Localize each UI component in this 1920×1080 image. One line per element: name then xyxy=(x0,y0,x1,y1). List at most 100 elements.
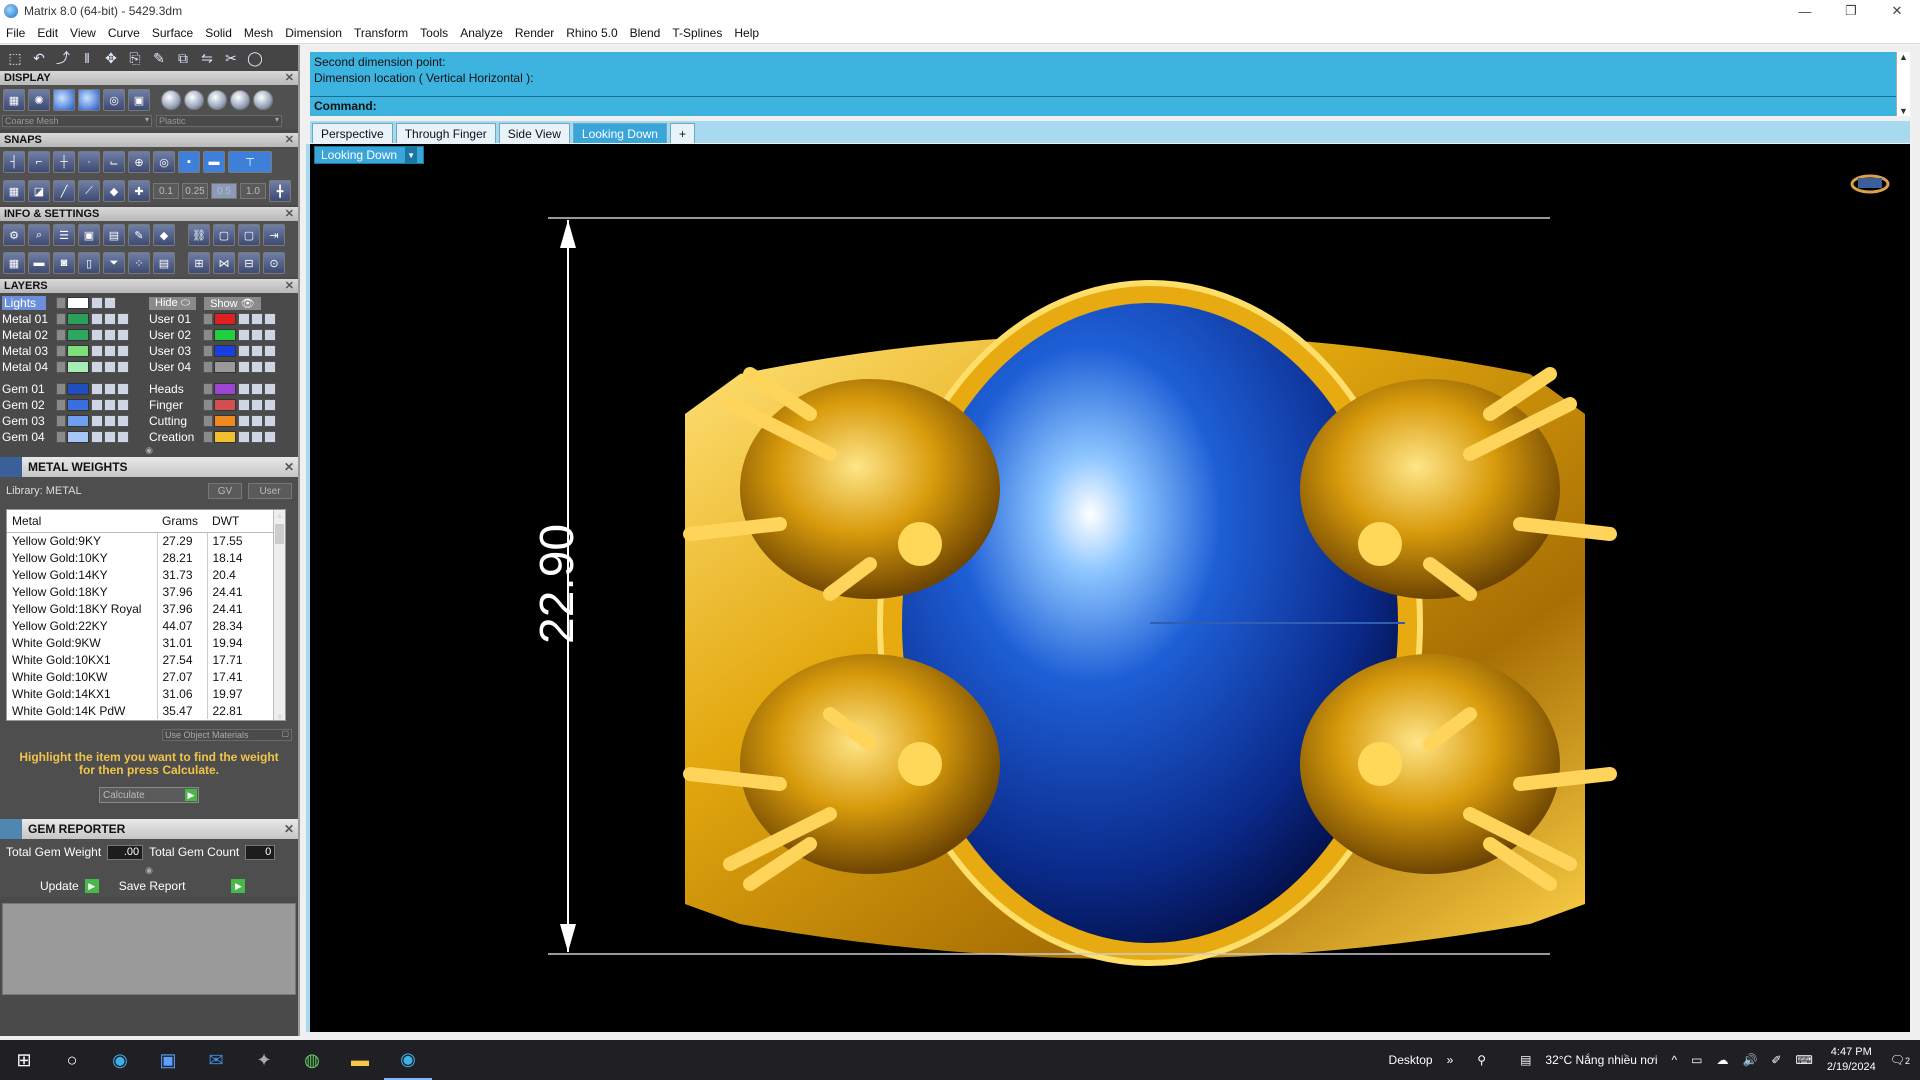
grid-info-icon[interactable]: ⊟ xyxy=(238,252,260,274)
layer-lock-icon[interactable] xyxy=(91,329,103,341)
menu-tools[interactable]: Tools xyxy=(414,26,454,40)
layer-arrow-button[interactable] xyxy=(56,297,66,309)
document-icon[interactable]: ▤ xyxy=(103,224,125,246)
store-icon[interactable]: ▣ xyxy=(144,1040,192,1080)
zoom-icon[interactable]: ⌕ xyxy=(28,224,50,246)
table-row[interactable]: White Gold:9KW 31.01 19.94 xyxy=(7,634,277,651)
layer-color-swatch[interactable] xyxy=(67,415,89,427)
layer-lock-icon[interactable] xyxy=(238,415,250,427)
layer-color-swatch[interactable] xyxy=(67,399,89,411)
notifications-icon[interactable]: 🗨2 xyxy=(1890,1053,1910,1067)
desktop-toolbar[interactable]: Desktop xyxy=(1389,1053,1433,1067)
table-row[interactable]: Yellow Gold:14KY 31.73 20.4 xyxy=(7,566,277,583)
curve-tool-icon[interactable]: ⤴ xyxy=(52,47,74,69)
environment-display-icon[interactable]: ◎ xyxy=(103,89,125,111)
measure-icon[interactable]: ⊞ xyxy=(188,252,210,274)
layer-visible-icon[interactable] xyxy=(251,345,263,357)
layer-lock-icon[interactable] xyxy=(238,329,250,341)
layer-lock-icon[interactable] xyxy=(91,345,103,357)
layer-current-icon[interactable] xyxy=(117,313,129,325)
menu-analyze[interactable]: Analyze xyxy=(454,26,509,40)
network-icon[interactable]: ⋈ xyxy=(213,252,235,274)
snap-value-0-25[interactable]: 0.25 xyxy=(182,183,208,199)
settings-display-icon[interactable]: ▣ xyxy=(128,89,150,111)
layer-name[interactable]: Metal 02 xyxy=(2,328,56,342)
layer-visible-icon[interactable] xyxy=(104,383,116,395)
scroll-up-icon[interactable]: ▲ xyxy=(1899,52,1908,62)
menu-dimension[interactable]: Dimension xyxy=(279,26,348,40)
layer-arrow-button[interactable] xyxy=(56,329,66,341)
tab-perspective[interactable]: Perspective xyxy=(312,123,393,143)
layer-visible-icon[interactable] xyxy=(104,415,116,427)
layer-arrow-button[interactable] xyxy=(203,345,213,357)
search-icon[interactable]: ○ xyxy=(48,1040,96,1080)
material-select[interactable]: Plastic ▾ xyxy=(156,115,282,127)
volume-icon[interactable]: 🔊 xyxy=(1742,1053,1757,1067)
table-row[interactable]: White Gold:10KW 27.07 17.41 xyxy=(7,668,277,685)
table-row[interactable]: White Gold:14KX1 31.06 19.97 xyxy=(7,685,277,702)
layer-name[interactable]: Metal 04 xyxy=(2,360,56,374)
layer-lock-icon[interactable] xyxy=(91,399,103,411)
table-row[interactable]: Yellow Gold:18KY 37.96 24.41 xyxy=(7,583,277,600)
network-icon[interactable]: ▭ xyxy=(1691,1053,1702,1067)
sphere-2-icon[interactable] xyxy=(184,90,204,110)
layer-name[interactable]: Cutting xyxy=(149,414,203,428)
notes-icon[interactable]: ▤ xyxy=(153,252,175,274)
add-tab-button[interactable]: + xyxy=(669,123,695,143)
layer-visible-icon[interactable] xyxy=(251,361,263,373)
green-app-icon[interactable]: ◍ xyxy=(288,1040,336,1080)
layer-arrow-button[interactable] xyxy=(56,361,66,373)
layer-current-icon[interactable] xyxy=(264,345,276,357)
mid-snap-icon[interactable]: · xyxy=(78,151,100,173)
layer-visible-icon[interactable] xyxy=(251,383,263,395)
near-snap-icon[interactable]: ⌐ xyxy=(28,151,50,173)
layer-current-icon[interactable] xyxy=(117,329,129,341)
layer-color-swatch[interactable] xyxy=(67,313,89,325)
tile-icon[interactable]: ▦ xyxy=(3,252,25,274)
layer-color-swatch[interactable] xyxy=(214,329,236,341)
table-row[interactable]: White Gold:10KX1 27.54 17.71 xyxy=(7,651,277,668)
layer-arrow-button[interactable] xyxy=(56,345,66,357)
layer-visible-icon[interactable] xyxy=(251,399,263,411)
tan-snap-icon[interactable]: ▬ xyxy=(203,151,225,173)
menu-blend[interactable]: Blend xyxy=(624,26,667,40)
export-icon[interactable]: ⇥ xyxy=(263,224,285,246)
layer-color-swatch[interactable] xyxy=(67,383,89,395)
project-snap-icon[interactable]: ⟋ xyxy=(78,180,100,202)
layer-lock-icon[interactable] xyxy=(91,415,103,427)
menu-transform[interactable]: Transform xyxy=(348,26,414,40)
shaded-display-icon[interactable] xyxy=(53,89,75,111)
layer-current-icon[interactable] xyxy=(117,361,129,373)
quad-snap-icon[interactable]: ◎ xyxy=(153,151,175,173)
layer-name[interactable]: Gem 02 xyxy=(2,398,56,412)
layer-current-icon[interactable] xyxy=(117,383,129,395)
layer-arrow-button[interactable] xyxy=(203,415,213,427)
window-icon-1[interactable]: ▢ xyxy=(213,224,235,246)
layer-color-swatch[interactable] xyxy=(214,345,236,357)
bars-tool-icon[interactable]: ‖ xyxy=(76,47,98,69)
minimize-button[interactable]: — xyxy=(1782,0,1828,22)
cross-snap-icon[interactable]: ✚ xyxy=(128,180,150,202)
layer-color-swatch[interactable] xyxy=(67,329,89,341)
lights-layer[interactable]: Lights xyxy=(2,296,46,310)
snap-value-1-0[interactable]: 1.0 xyxy=(240,183,266,199)
copy-tool-icon[interactable]: ⎘ xyxy=(124,47,146,69)
layer-visible-icon[interactable] xyxy=(251,415,263,427)
layer-arrow-button[interactable] xyxy=(203,329,213,341)
layer-visible-icon[interactable] xyxy=(104,313,116,325)
viewport[interactable]: Looking Down ▼ 22.90 xyxy=(306,144,1910,1032)
layer-lock-icon[interactable] xyxy=(91,431,103,443)
sphere-5-icon[interactable] xyxy=(253,90,273,110)
layer-color-swatch[interactable] xyxy=(67,361,89,373)
layer-lock-icon[interactable] xyxy=(238,361,250,373)
tab-side-view[interactable]: Side View xyxy=(498,123,570,143)
layer-name[interactable]: Creation xyxy=(149,430,203,444)
command-input[interactable]: Command: xyxy=(310,96,1896,114)
menu-file[interactable]: File xyxy=(0,26,31,40)
layer-color-swatch[interactable] xyxy=(67,431,89,443)
line-snap-icon[interactable]: ╱ xyxy=(53,180,75,202)
grams-column-header[interactable]: Grams xyxy=(157,510,207,533)
layer-current-icon[interactable] xyxy=(117,431,129,443)
layer-visible-icon[interactable] xyxy=(104,329,116,341)
layer-lock-icon[interactable] xyxy=(238,345,250,357)
